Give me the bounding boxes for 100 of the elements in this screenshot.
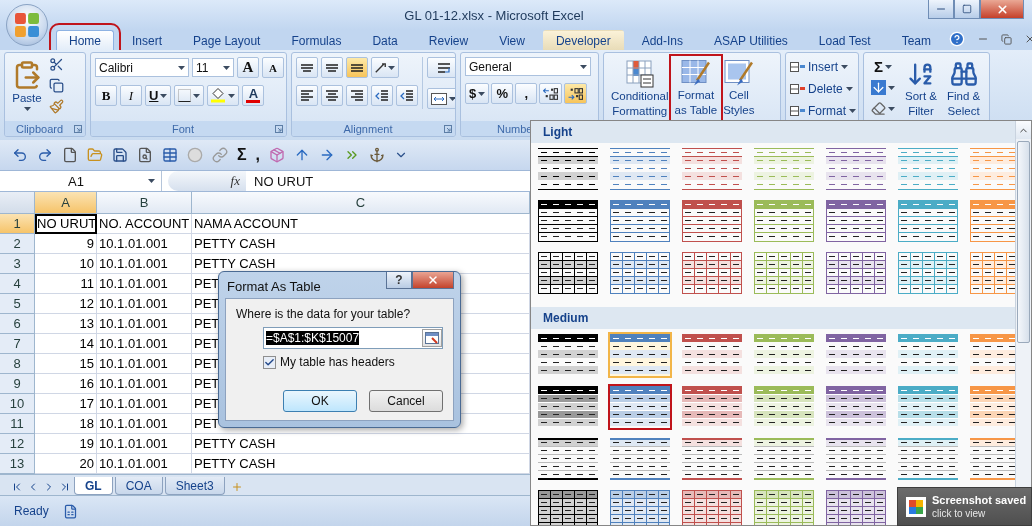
table-cell: PETTY CASH (192, 254, 530, 274)
ribbon-tab[interactable]: Data (359, 30, 411, 50)
table-cell: 10.1.01.001 (97, 294, 192, 314)
row-header[interactable]: 12 (0, 434, 35, 454)
table-cell: NO URUT (35, 214, 97, 234)
notification-title: Screenshot saved (932, 494, 1027, 506)
row-header[interactable]: 7 (0, 334, 35, 354)
table-cell: NO. ACCOUNT (97, 214, 192, 234)
table-cell: 17 (35, 394, 97, 414)
ribbon-tab[interactable]: Review (415, 30, 482, 50)
row-header[interactable]: 10 (0, 394, 35, 414)
help-button[interactable]: ? (386, 272, 412, 289)
table-cell: 10.1.01.001 (97, 374, 192, 394)
row-header[interactable]: 3 (0, 254, 35, 274)
ribbon-tab[interactable]: Developer (542, 30, 624, 50)
table-cell: 11 (35, 274, 97, 294)
find-select-button[interactable]: Find & Select (943, 57, 984, 121)
underline-button[interactable]: U (145, 85, 172, 106)
table-cell: 20 (35, 454, 97, 474)
column-header[interactable]: C (192, 192, 530, 214)
bold-button[interactable]: B (95, 85, 117, 106)
dialog-title: Format As Table (227, 278, 322, 294)
table-cell: 10.1.01.001 (97, 414, 192, 434)
autosum-button[interactable]: Σ (868, 57, 898, 76)
table-cell: 18 (35, 414, 97, 434)
format-as-table-button[interactable]: Format as Table (671, 57, 721, 120)
conditional-formatting-button[interactable]: Conditional Formatting (608, 57, 672, 121)
table-cell: 9 (35, 234, 97, 254)
row-header[interactable]: 8 (0, 354, 35, 374)
row-header[interactable]: 13 (0, 454, 35, 474)
row-header[interactable]: 6 (0, 314, 35, 334)
group-label: Alignment (342, 122, 394, 135)
name-box[interactable]: A1 (0, 171, 162, 191)
ribbon-tab[interactable]: Team (888, 30, 944, 50)
formula-field[interactable]: NO URUT (246, 171, 530, 191)
row-header[interactable]: 5 (0, 294, 35, 314)
table-cell: 10.1.01.001 (97, 394, 192, 414)
sheet-tab[interactable]: COA (114, 477, 163, 495)
table-cell: 16 (35, 374, 97, 394)
table-cell: 10 (35, 254, 97, 274)
table-cell: 10.1.01.001 (97, 254, 192, 274)
cells-menu-button[interactable]: Insert (790, 57, 856, 77)
font-color-button[interactable]: A (242, 85, 265, 106)
font-name-dropdown[interactable]: Calibri (95, 58, 189, 77)
paste-button[interactable]: Paste (9, 57, 45, 114)
table-cell: 19 (35, 434, 97, 454)
cell-styles-button[interactable]: Cell Styles (720, 57, 758, 120)
row-header[interactable]: 9 (0, 374, 35, 394)
percent-button[interactable]: % (491, 83, 514, 104)
row-header[interactable]: 1 (0, 214, 35, 234)
ribbon-tab[interactable]: ASAP Utilities (701, 30, 801, 50)
range-field[interactable]: =$A$1:$K$15007 (263, 327, 443, 349)
table-cell: 15 (35, 354, 97, 374)
sort-filter-button[interactable]: Sort & Filter (902, 57, 940, 121)
status-text: Ready (14, 504, 49, 518)
italic-button[interactable]: I (120, 85, 142, 106)
cells-menu-button[interactable]: Format (790, 101, 856, 121)
table-cell: PETTY CASH (192, 454, 530, 474)
ribbon-tab[interactable]: View (486, 30, 538, 50)
checkbox-label: My table has headers (280, 355, 395, 369)
table-cell: 10.1.01.001 (97, 434, 192, 454)
table-cell: 10.1.01.001 (97, 354, 192, 374)
table-cell: 10.1.01.001 (97, 314, 192, 334)
comma-button[interactable]: , (515, 83, 538, 104)
currency-button[interactable]: $ (465, 83, 490, 104)
ribbon-tab[interactable]: Formulas (278, 30, 355, 50)
gallery-section-header: Medium (531, 307, 1015, 329)
shrink-font-button[interactable]: A (262, 57, 284, 78)
notification-subtitle: click to view (932, 508, 987, 519)
table-cell: 14 (35, 334, 97, 354)
autosum-button[interactable]: Σ (237, 146, 247, 164)
comma-style-button[interactable]: , (255, 146, 261, 164)
font-size-dropdown[interactable]: 11 (192, 58, 234, 77)
row-header[interactable]: 11 (0, 414, 35, 434)
gallery-section-header: Light (531, 121, 1015, 143)
grow-font-button[interactable]: A (237, 57, 259, 78)
ribbon-tab[interactable]: Page Layout (180, 30, 274, 50)
number-format-dropdown[interactable]: General (465, 57, 591, 76)
ok-button[interactable]: OK (283, 390, 357, 412)
ribbon-tab[interactable]: Insert (119, 30, 176, 50)
ribbon-tab[interactable]: Load Test (805, 30, 884, 50)
cells-menu-button[interactable]: Delete (790, 79, 856, 99)
table-cell: 10.1.01.001 (97, 234, 192, 254)
column-header[interactable]: B (97, 192, 192, 214)
insert-function-button[interactable]: fx (230, 173, 240, 189)
sheet-tab[interactable]: GL (74, 477, 113, 495)
sheet-tab[interactable]: Sheet3 (164, 477, 225, 495)
row-header[interactable]: 2 (0, 234, 35, 254)
table-cell: 13 (35, 314, 97, 334)
table-cell: 12 (35, 294, 97, 314)
ribbon-tab[interactable]: Add-Ins (628, 30, 696, 50)
cancel-button[interactable]: Cancel (369, 390, 443, 412)
table-cell: NAMA ACCOUNT (192, 214, 530, 234)
window-title: GL 01-12.xlsx - Microsoft Excel (403, 7, 585, 23)
row-header[interactable]: 4 (0, 274, 35, 294)
table-cell: PETTY CASH (192, 434, 530, 454)
table-cell: PETTY CASH (192, 234, 530, 254)
screenshot-notification[interactable]: Screenshot saved click to view (897, 487, 1032, 526)
column-header[interactable]: A (35, 192, 97, 214)
table-cell: 10.1.01.001 (97, 454, 192, 474)
